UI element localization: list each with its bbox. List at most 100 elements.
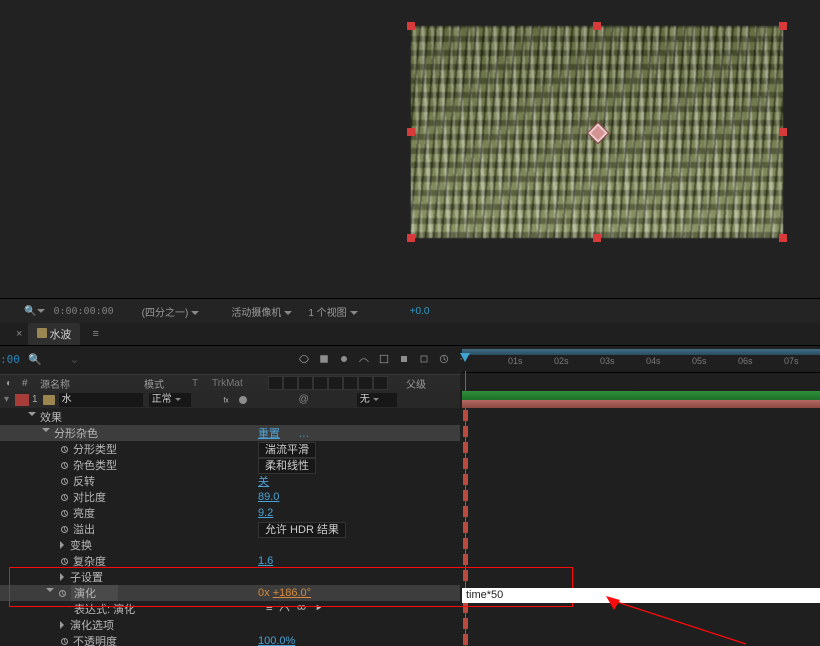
prop-contrast[interactable]: 对比度 89.0 xyxy=(0,489,460,505)
contrast-value[interactable]: 89.0 xyxy=(258,491,279,503)
keyframe-marker[interactable] xyxy=(463,538,467,549)
toggle-frameblend-icon[interactable] xyxy=(316,351,332,367)
camera-dropdown[interactable]: 活动摄像机 xyxy=(227,304,296,319)
layer-duration-bar[interactable] xyxy=(462,400,820,408)
resize-handle-mt[interactable] xyxy=(593,22,601,30)
resize-handle-br[interactable] xyxy=(779,234,787,242)
composition-viewport[interactable] xyxy=(0,0,820,292)
work-area-bar[interactable] xyxy=(462,349,820,355)
blend-mode-dropdown[interactable]: 正常 xyxy=(149,393,191,407)
time-ruler[interactable]: 01s 02s 03s 04s 05s 06s 07s xyxy=(462,349,820,373)
tab-close-icon[interactable]: × xyxy=(16,328,22,340)
effect-reset-link[interactable]: 重置 xyxy=(258,428,280,440)
prop-evolution[interactable]: 演化 0x +186.0° xyxy=(0,585,460,601)
expression-graph-icon[interactable] xyxy=(279,602,290,616)
timecode-short[interactable]: :00 xyxy=(0,353,10,366)
prop-noise-type[interactable]: 杂色类型 柔和线性 xyxy=(0,457,460,473)
overflow-dropdown[interactable]: 允许 HDR 结果 xyxy=(258,522,346,538)
resize-handle-bl[interactable] xyxy=(407,234,415,242)
prop-fractal-type[interactable]: 分形类型 湍流平滑 xyxy=(0,441,460,457)
resize-handle-mb[interactable] xyxy=(593,234,601,242)
keyframe-marker[interactable] xyxy=(463,458,467,469)
expression-enable-icon[interactable]: = xyxy=(266,602,273,616)
col-av-icon[interactable]: ◐ xyxy=(0,378,18,389)
noise-type-dropdown[interactable]: 柔和线性 xyxy=(258,458,316,474)
tab-composition[interactable]: 水波 xyxy=(28,323,80,345)
search-icon: 🔍 xyxy=(28,353,42,366)
viewer-toolbar: 🔍 0:00:00:00 (四分之一) 活动摄像机 1 个视图 +0.0 xyxy=(0,298,820,324)
keyframe-marker[interactable] xyxy=(463,570,467,581)
evolution-value-deg[interactable]: +186.0° xyxy=(273,587,311,599)
expression-text-field[interactable] xyxy=(462,588,820,603)
group-sub-settings[interactable]: 子设置 xyxy=(0,569,460,585)
views-dropdown[interactable]: 1 个视图 xyxy=(304,304,361,319)
expression-input[interactable] xyxy=(462,588,820,602)
toggle-shy-icon[interactable] xyxy=(296,351,312,367)
prop-evolution-expression[interactable]: 表达式: 演化 = xyxy=(0,601,460,617)
complexity-value[interactable]: 1.6 xyxy=(258,555,273,567)
tick-07s: 07s xyxy=(784,356,799,366)
toggle-motionblur-icon[interactable] xyxy=(336,351,352,367)
playhead-icon[interactable] xyxy=(460,353,470,369)
keyframe-marker[interactable] xyxy=(463,506,467,517)
layer-name[interactable]: 水 xyxy=(59,393,143,407)
layer-twirl-icon[interactable]: ▾ xyxy=(4,394,9,405)
brightness-value[interactable]: 9.2 xyxy=(258,507,273,519)
prop-invert[interactable]: 反转 关 xyxy=(0,473,460,489)
expression-language-menu-icon[interactable] xyxy=(313,602,324,616)
current-timecode[interactable]: 0:00:00:00 xyxy=(53,306,113,317)
resolution-dropdown[interactable]: (四分之一) xyxy=(138,304,204,319)
exposure-value[interactable]: +0.0 xyxy=(410,306,430,317)
prop-opacity[interactable]: 不透明度 100.0% xyxy=(0,633,460,646)
prop-brightness[interactable]: 亮度 9.2 xyxy=(0,505,460,521)
resize-handle-mr[interactable] xyxy=(779,128,787,136)
layer-type-icon xyxy=(43,395,55,405)
keyframe-marker[interactable] xyxy=(463,618,467,629)
col-parent[interactable]: 父级 xyxy=(402,376,450,391)
keyframe-marker[interactable] xyxy=(463,474,467,485)
toggle-draft3d-icon[interactable] xyxy=(376,351,392,367)
resize-handle-ml[interactable] xyxy=(407,128,415,136)
opacity-value[interactable]: 100.0% xyxy=(258,635,295,646)
resize-handle-tl[interactable] xyxy=(407,22,415,30)
keyframe-marker[interactable] xyxy=(463,522,467,533)
panel-menu-icon[interactable]: ≡ xyxy=(92,328,98,340)
toggle-more-1-icon[interactable] xyxy=(396,351,412,367)
keyframe-marker[interactable] xyxy=(463,554,467,565)
layer-color-label[interactable] xyxy=(15,394,29,406)
keyframe-marker[interactable] xyxy=(463,490,467,501)
layer-duration-bar-audio[interactable] xyxy=(462,391,820,400)
expression-pickwhip-icon[interactable] xyxy=(296,602,307,616)
keyframe-marker[interactable] xyxy=(463,426,467,437)
motion-blur-switch[interactable] xyxy=(239,396,247,404)
evolution-value-revs[interactable]: 0x xyxy=(258,587,270,599)
keyframe-marker[interactable] xyxy=(463,602,467,613)
resize-handle-tr[interactable] xyxy=(779,22,787,30)
prop-complexity[interactable]: 复杂度 1.6 xyxy=(0,553,460,569)
col-trkmat[interactable]: TrkMat xyxy=(208,378,262,389)
effect-fractal-noise[interactable]: 分形杂色 重置 … xyxy=(0,425,460,441)
search-clear-icon[interactable]: ⌄ xyxy=(70,353,79,366)
col-source-name[interactable]: 源名称 xyxy=(36,376,140,391)
prop-overflow[interactable]: 溢出 允许 HDR 结果 xyxy=(0,521,460,537)
fractal-type-dropdown[interactable]: 湍流平滑 xyxy=(258,442,316,458)
render-time-icon[interactable] xyxy=(436,351,452,367)
toggle-graph-icon[interactable] xyxy=(356,351,372,367)
keyframe-marker[interactable] xyxy=(463,410,467,421)
layer-row[interactable]: ▾ 1 水 正常 fx @ 无 xyxy=(0,391,460,408)
invert-value[interactable]: 关 xyxy=(258,473,269,489)
col-mode[interactable]: 模式 xyxy=(140,376,188,391)
timeline-switches-group xyxy=(296,351,472,367)
keyframe-marker[interactable] xyxy=(463,442,467,453)
toggle-more-2-icon[interactable] xyxy=(416,351,432,367)
group-transform[interactable]: 变换 xyxy=(0,537,460,553)
selected-layer-bounds[interactable] xyxy=(411,26,783,238)
group-effects[interactable]: 效果 xyxy=(0,409,460,425)
group-evolution-options[interactable]: 演化选项 xyxy=(0,617,460,633)
search-input[interactable] xyxy=(46,351,68,367)
keyframe-marker[interactable] xyxy=(463,634,467,645)
fx-badge-icon[interactable]: fx xyxy=(221,393,235,407)
zoom-dropdown[interactable]: 🔍 xyxy=(24,306,45,317)
parent-pickwhip-icon[interactable]: @ xyxy=(299,394,309,405)
parent-dropdown[interactable]: 无 xyxy=(357,393,397,407)
